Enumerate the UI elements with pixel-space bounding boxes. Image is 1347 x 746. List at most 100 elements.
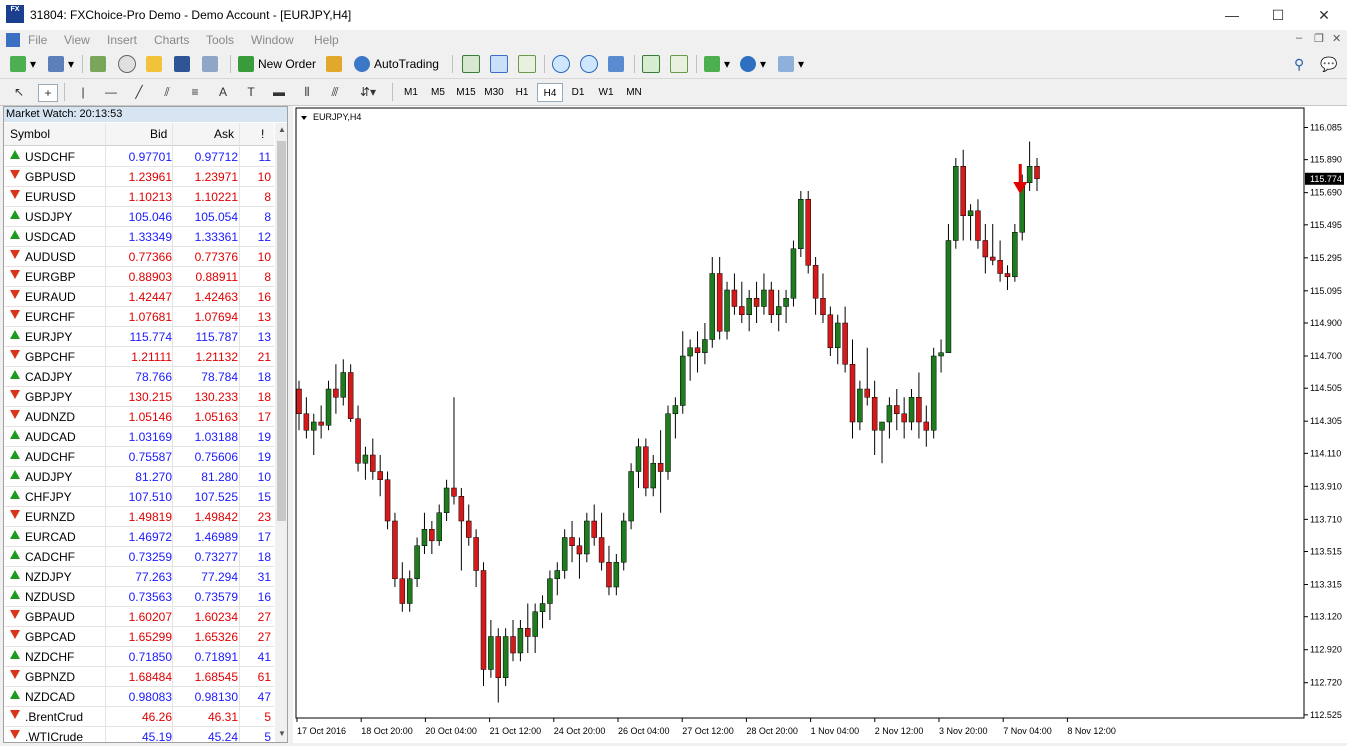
market-watch-row[interactable]: GBPNZD 1.68484 1.68545 61 [4, 667, 274, 687]
text-icon[interactable]: A [214, 84, 232, 100]
menu-charts[interactable]: Charts [154, 33, 189, 47]
market-watch-row[interactable]: EURCAD 1.46972 1.46989 17 [4, 527, 274, 547]
periods-button[interactable]: ▾ [740, 54, 766, 74]
navigator-button[interactable] [146, 54, 166, 74]
menu-insert[interactable]: Insert [107, 33, 137, 47]
market-watch-row[interactable]: NZDCAD 0.98083 0.98130 47 [4, 687, 274, 707]
candlestick-button[interactable] [490, 54, 512, 74]
tf-m1[interactable]: M1 [398, 83, 424, 102]
market-watch-toggle[interactable] [90, 54, 110, 74]
market-watch-row[interactable]: AUDJPY 81.270 81.280 10 [4, 467, 274, 487]
chat-button[interactable]: 💬 [1320, 54, 1337, 74]
market-watch-row[interactable]: NZDUSD 0.73563 0.73579 16 [4, 587, 274, 607]
market-watch-row[interactable]: AUDNZD 1.05146 1.05163 17 [4, 407, 274, 427]
templates-button[interactable]: ▾ [778, 54, 804, 74]
auto-scroll-button[interactable] [642, 54, 664, 74]
horizontal-line-icon[interactable]: — [102, 84, 120, 100]
market-watch-row[interactable]: EURUSD 1.10213 1.10221 8 [4, 187, 274, 207]
tf-mn[interactable]: MN [621, 83, 647, 102]
market-watch-row[interactable]: USDCHF 0.97701 0.97712 11 [4, 147, 274, 167]
market-watch-row[interactable]: GBPCAD 1.65299 1.65326 27 [4, 627, 274, 647]
market-watch-row[interactable]: GBPCHF 1.21111 1.21132 21 [4, 347, 274, 367]
market-watch-row[interactable]: .BrentCrud 46.26 46.31 5 [4, 707, 274, 727]
equidistant-channel-icon[interactable]: ⫽ [158, 84, 176, 100]
market-watch-row[interactable]: AUDCHF 0.75587 0.75606 19 [4, 447, 274, 467]
mdi-minimize-icon[interactable]: – [1296, 32, 1302, 44]
market-watch-row[interactable]: EURNZD 1.49819 1.49842 23 [4, 507, 274, 527]
menu-view[interactable]: View [64, 33, 90, 47]
market-watch-scrollbar[interactable]: ▲ ▼ [275, 123, 287, 742]
market-watch-row[interactable]: NZDJPY 77.263 77.294 31 [4, 567, 274, 587]
zoom-out-button[interactable] [580, 54, 602, 74]
tf-m5[interactable]: M5 [425, 83, 451, 102]
market-watch-row[interactable]: EURCHF 1.07681 1.07694 13 [4, 307, 274, 327]
market-watch-row[interactable]: USDJPY 105.046 105.054 8 [4, 207, 274, 227]
menu-file[interactable]: File [28, 33, 47, 47]
cursor-icon[interactable]: ↖ [10, 84, 28, 100]
rectangle-icon[interactable]: ▬ [270, 84, 288, 100]
indicators-button[interactable]: ▾ [704, 54, 730, 74]
market-watch-row[interactable]: EURGBP 0.88903 0.88911 8 [4, 267, 274, 287]
mdi-restore-icon[interactable]: ❐ [1314, 32, 1324, 45]
market-watch-row[interactable]: EURAUD 1.42447 1.42463 16 [4, 287, 274, 307]
tf-h1[interactable]: H1 [509, 83, 535, 102]
minimize-button[interactable]: — [1209, 0, 1255, 30]
close-button[interactable]: ✕ [1301, 0, 1347, 30]
search-button[interactable]: ⚲ [1294, 54, 1304, 74]
fibo-fan-icon[interactable]: ⫻ [326, 84, 344, 100]
tf-d1[interactable]: D1 [565, 83, 591, 102]
maximize-button[interactable]: ☐ [1255, 0, 1301, 30]
text-label-icon[interactable]: T [242, 84, 260, 100]
market-watch-row[interactable]: EURJPY 115.774 115.787 13 [4, 327, 274, 347]
bar-chart-button[interactable] [462, 54, 484, 74]
mdi-close-icon[interactable]: ✕ [1332, 32, 1341, 45]
terminal-button[interactable] [174, 54, 194, 74]
profiles-button[interactable]: ▾ [48, 54, 74, 74]
market-watch-row[interactable]: USDCAD 1.33349 1.33361 12 [4, 227, 274, 247]
tile-windows-button[interactable] [608, 54, 628, 74]
chart-shift-button[interactable] [670, 54, 692, 74]
market-watch-row[interactable]: CHFJPY 107.510 107.525 15 [4, 487, 274, 507]
chart-window-icon[interactable] [6, 33, 20, 47]
gann-icon[interactable]: ⦀ [298, 84, 316, 100]
menu-window[interactable]: Window [251, 33, 294, 47]
autotrading-button[interactable]: AutoTrading [354, 54, 439, 74]
scroll-up-icon[interactable]: ▲ [278, 125, 286, 134]
scroll-down-icon[interactable]: ▼ [278, 729, 286, 738]
tf-h4[interactable]: H4 [537, 83, 563, 102]
arrows-dropdown-icon[interactable]: ⇵▾ [354, 84, 382, 100]
market-watch-row[interactable]: GBPAUD 1.60207 1.60234 27 [4, 607, 274, 627]
trendline-icon[interactable]: ╱ [130, 84, 148, 100]
tf-w1[interactable]: W1 [593, 83, 619, 102]
col-ask-header[interactable]: Ask [214, 127, 234, 141]
market-watch-row[interactable]: GBPJPY 130.215 130.233 18 [4, 387, 274, 407]
market-watch-row[interactable]: CADJPY 78.766 78.784 18 [4, 367, 274, 387]
crosshair-tool-icon[interactable]: + [38, 84, 58, 102]
menu-help[interactable]: Help [314, 33, 339, 47]
market-watch-row[interactable]: GBPUSD 1.23961 1.23971 10 [4, 167, 274, 187]
chart-window[interactable]: EURJPY,H4 116.085 115.890 115.690 115.495 115… [293, 106, 1347, 743]
menu-tools[interactable]: Tools [206, 33, 234, 47]
new-order-button[interactable]: New Order [238, 54, 316, 74]
price-chart[interactable]: EURJPY,H4 116.085 115.890 115.690 115.495 115… [293, 106, 1347, 743]
tf-m15[interactable]: M15 [453, 83, 479, 102]
market-watch-row[interactable]: NZDCHF 0.71850 0.71891 41 [4, 647, 274, 667]
market-watch-row[interactable]: CADCHF 0.73259 0.73277 18 [4, 547, 274, 567]
strategy-tester-button[interactable] [202, 54, 222, 74]
col-bid-header[interactable]: Bid [150, 127, 167, 141]
market-watch-row[interactable]: AUDCAD 1.03169 1.03188 19 [4, 427, 274, 447]
new-order-icon [238, 56, 254, 72]
fibonacci-icon[interactable]: ≡ [186, 84, 204, 100]
vertical-line-icon[interactable]: | [74, 84, 92, 100]
col-symbol-header[interactable]: Symbol [10, 127, 50, 141]
market-watch-row[interactable]: .WTICrude 45.19 45.24 5 [4, 727, 274, 742]
new-chart-button[interactable]: ▾ [10, 54, 36, 74]
market-watch-row[interactable]: AUDUSD 0.77366 0.77376 10 [4, 247, 274, 267]
tf-m30[interactable]: M30 [481, 83, 507, 102]
line-chart-button[interactable] [518, 54, 540, 74]
metaeditor-button[interactable] [326, 54, 346, 74]
zoom-in-button[interactable] [552, 54, 574, 74]
scrollbar-thumb[interactable] [277, 141, 286, 521]
col-spread-header[interactable]: ! [261, 127, 264, 141]
data-window-button[interactable] [118, 54, 140, 74]
